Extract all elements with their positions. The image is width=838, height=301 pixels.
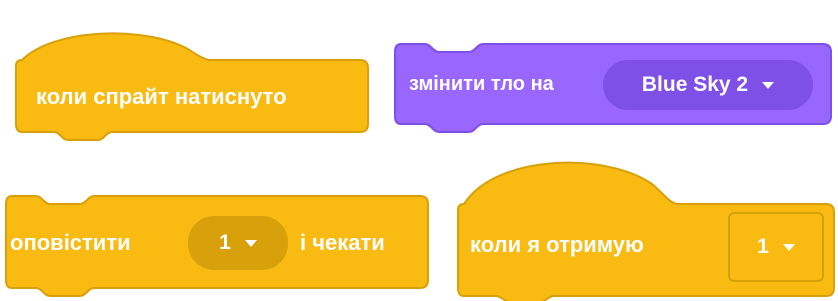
switch-backdrop-block[interactable]: змінити тло на Blue Sky 2 bbox=[393, 38, 833, 134]
block-label: коли спрайт натиснуто bbox=[36, 84, 287, 109]
dropdown-value: 1 bbox=[219, 231, 231, 254]
block-label-before: оповістити bbox=[10, 230, 131, 255]
dropdown-value: 1 bbox=[757, 235, 769, 258]
message-dropdown[interactable]: 1 bbox=[728, 212, 824, 282]
message-dropdown[interactable]: 1 bbox=[188, 216, 288, 270]
dropdown-value: Blue Sky 2 bbox=[641, 73, 749, 96]
backdrop-dropdown[interactable]: Blue Sky 2 bbox=[603, 60, 813, 110]
block-label: змінити тло на bbox=[409, 73, 554, 95]
block-label: коли я отримую bbox=[470, 232, 644, 257]
hat-block-shape bbox=[15, 32, 369, 141]
when-sprite-clicked-block[interactable]: коли спрайт натиснуто bbox=[14, 22, 370, 142]
chevron-down-icon bbox=[244, 239, 257, 247]
when-i-receive-block[interactable]: коли я отримую 1 bbox=[456, 150, 836, 301]
block-label-after: і чекати bbox=[300, 230, 385, 255]
chevron-down-icon bbox=[782, 243, 795, 251]
broadcast-and-wait-block[interactable]: оповістити 1 і чекати bbox=[4, 190, 430, 298]
chevron-down-icon bbox=[762, 81, 775, 89]
